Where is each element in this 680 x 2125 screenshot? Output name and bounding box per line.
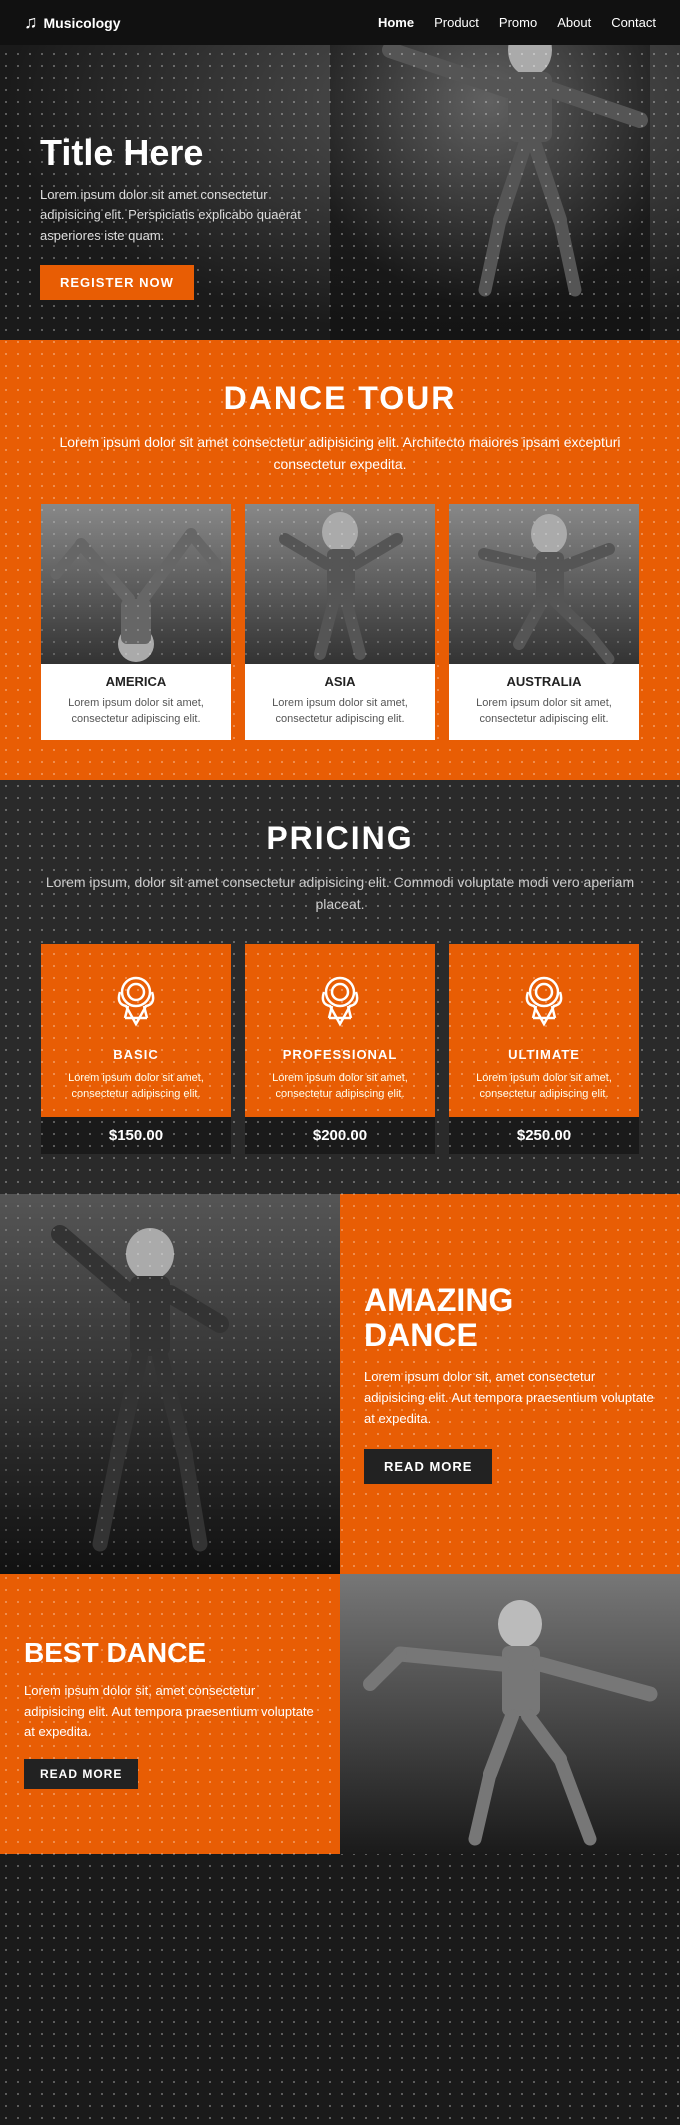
dance-tour-desc: Lorem ipsum dolor sit amet consectetur a… [30,431,650,476]
pricing-card-basic: BASIC Lorem ipsum dolor sit amet, consec… [41,944,231,1154]
nav-home[interactable]: Home [378,15,414,30]
pricing-title: PRICING [30,820,650,857]
best-dance-title: BEST DANCE [24,1638,316,1669]
pricing-ultimate-price: $250.00 [449,1117,639,1154]
pricing-icon-basic [55,968,217,1033]
card-asia-body: ASIA Lorem ipsum dolor sit amet, consect… [245,664,435,740]
amazing-read-more-button[interactable]: READ MORE [364,1449,492,1484]
card-australia-image [449,504,639,664]
pricing-basic-desc: Lorem ipsum dolor sit amet, consectetur … [55,1070,217,1103]
hero-title: Title Here [40,133,320,173]
amazing-dance-description: Lorem ipsum dolor sit, amet consectetur … [364,1367,656,1429]
best-dancer-image [340,1574,680,1854]
nav-promo[interactable]: Promo [499,15,537,30]
card-america-body: AMERICA Lorem ipsum dolor sit amet, cons… [41,664,231,740]
register-button[interactable]: REGISTER NOW [40,265,194,300]
logo[interactable]: ♫ Musicology [24,12,121,33]
pricing-section: PRICING Lorem ipsum, dolor sit amet cons… [0,780,680,1194]
card-asia-image [245,504,435,664]
best-dance-section: BEST DANCE Lorem ipsum dolor sit, amet c… [0,1574,680,1854]
best-dance-image [340,1574,680,1854]
best-dance-description: Lorem ipsum dolor sit, amet consectetur … [24,1681,316,1743]
pricing-icon-ultimate [463,968,625,1033]
dance-tour-cards: AMERICA Lorem ipsum dolor sit amet, cons… [30,504,650,740]
pricing-desc: Lorem ipsum, dolor sit amet consectetur … [30,871,650,916]
pricing-cards: BASIC Lorem ipsum dolor sit amet, consec… [30,944,650,1154]
amazing-dance-image [0,1194,340,1574]
nav-links: Home Product Promo About Contact [378,15,656,30]
card-australia-name: AUSTRALIA [459,674,629,689]
pricing-basic-name: BASIC [55,1047,217,1062]
card-america-text: Lorem ipsum dolor sit amet, consectetur … [51,695,221,728]
pricing-professional-desc: Lorem ipsum dolor sit amet, consectetur … [259,1070,421,1103]
hero-description: Lorem ipsum dolor sit amet consectetur a… [40,185,320,247]
card-america-image [41,504,231,664]
pricing-basic-price: $150.00 [41,1117,231,1154]
nav-about[interactable]: About [557,15,591,30]
card-america: AMERICA Lorem ipsum dolor sit amet, cons… [41,504,231,740]
pricing-professional-name: PROFESSIONAL [259,1047,421,1062]
pricing-card-ultimate: ULTIMATE Lorem ipsum dolor sit amet, con… [449,944,639,1154]
pricing-professional-price: $200.00 [245,1117,435,1154]
card-australia-body: AUSTRALIA Lorem ipsum dolor sit amet, co… [449,664,639,740]
card-australia: AUSTRALIA Lorem ipsum dolor sit amet, co… [449,504,639,740]
amazing-dance-content: AMAZING DANCE Lorem ipsum dolor sit, ame… [340,1194,680,1574]
hero-section: Title Here Lorem ipsum dolor sit amet co… [0,0,680,340]
pricing-icon-professional [259,968,421,1033]
nav-product[interactable]: Product [434,15,479,30]
hero-content: Title Here Lorem ipsum dolor sit amet co… [0,133,320,300]
pricing-ultimate-name: ULTIMATE [463,1047,625,1062]
amazing-dance-section: AMAZING DANCE Lorem ipsum dolor sit, ame… [0,1194,680,1574]
card-america-name: AMERICA [51,674,221,689]
card-asia-text: Lorem ipsum dolor sit amet, consectetur … [255,695,425,728]
card-asia: ASIA Lorem ipsum dolor sit amet, consect… [245,504,435,740]
hero-dancer-image [330,0,650,340]
pricing-card-professional: PROFESSIONAL Lorem ipsum dolor sit amet,… [245,944,435,1154]
pricing-ultimate-desc: Lorem ipsum dolor sit amet, consectetur … [463,1070,625,1103]
card-asia-name: ASIA [255,674,425,689]
nav-contact[interactable]: Contact [611,15,656,30]
best-read-more-button[interactable]: READ MorE [24,1759,138,1789]
dance-tour-title: DANCE TOUR [30,380,650,417]
dance-tour-section: DANCE TOUR Lorem ipsum dolor sit amet co… [0,340,680,780]
navbar: ♫ Musicology Home Product Promo About Co… [0,0,680,45]
card-australia-text: Lorem ipsum dolor sit amet, consectetur … [459,695,629,728]
amazing-dance-title: AMAZING DANCE [364,1283,656,1353]
amazing-dancer-image [0,1194,340,1574]
best-dance-content: BEST DANCE Lorem ipsum dolor sit, amet c… [0,1574,340,1854]
logo-text: Musicology [44,15,121,31]
logo-icon: ♫ [24,12,38,33]
